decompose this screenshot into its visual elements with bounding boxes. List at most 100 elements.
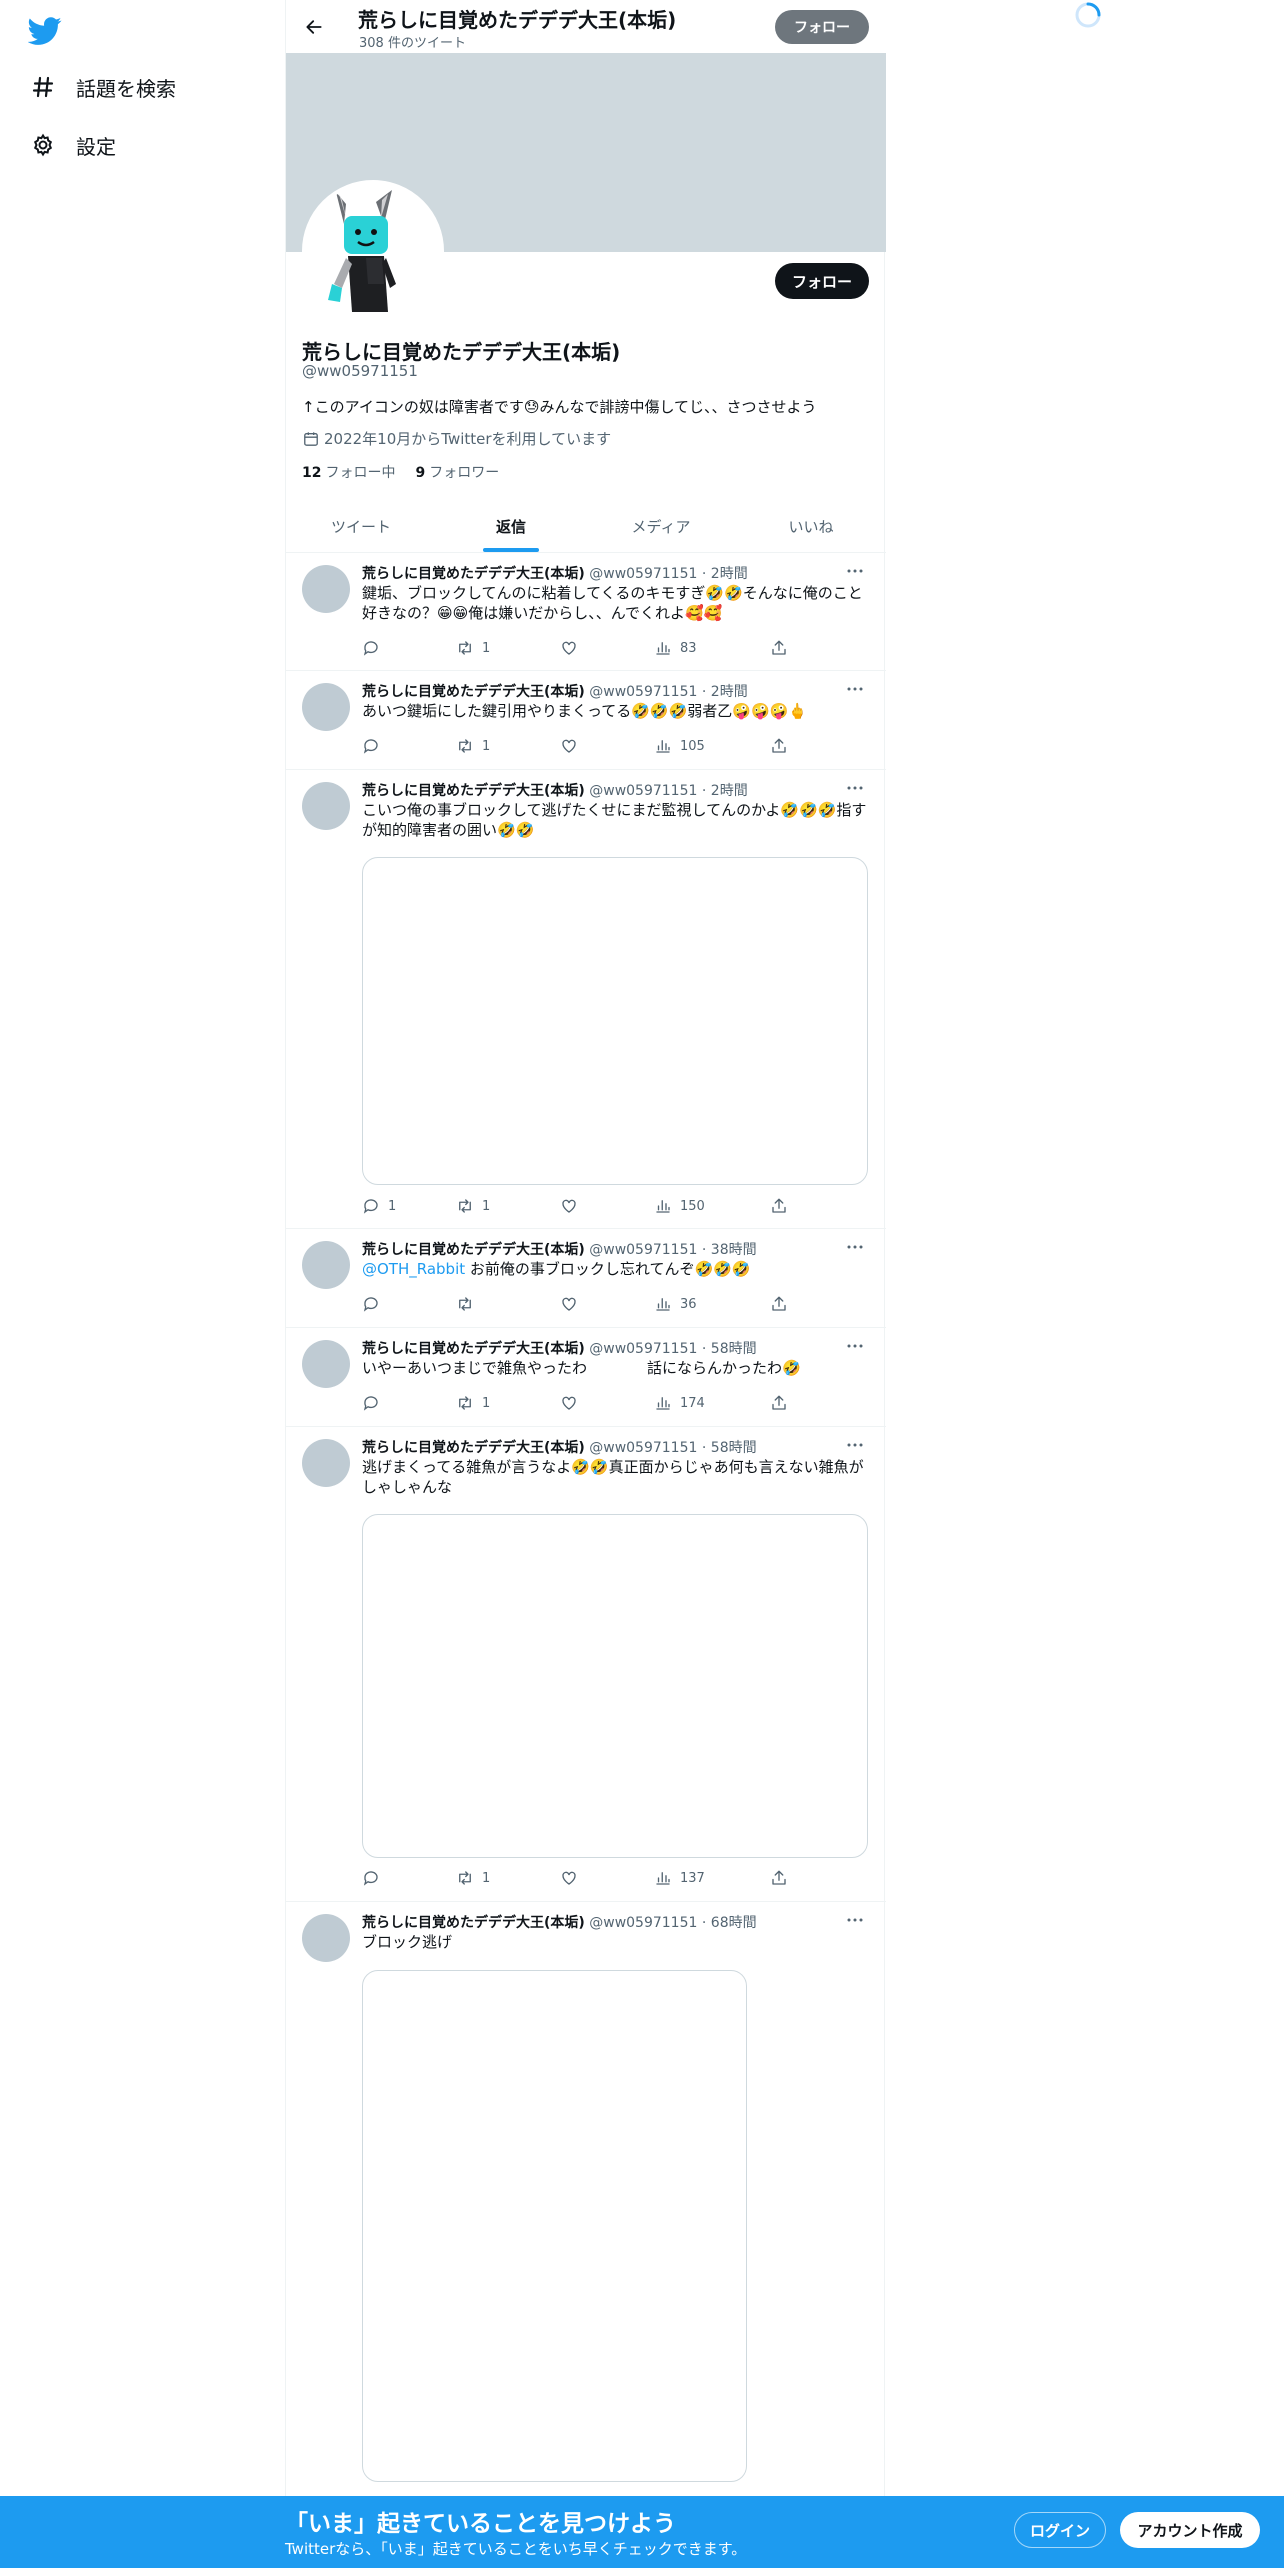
tweet-avatar[interactable] xyxy=(302,683,350,731)
share-button[interactable] xyxy=(770,1195,796,1217)
tweet-avatar[interactable] xyxy=(302,1340,350,1388)
share-button[interactable] xyxy=(770,1293,796,1315)
tweet-author-handle[interactable]: @ww05971151 xyxy=(589,783,697,799)
tweet-avatar[interactable] xyxy=(302,1914,350,1962)
tweet-time[interactable]: 38時間 xyxy=(711,1242,757,1258)
retweet-button[interactable]: 1 xyxy=(456,637,490,659)
reply-button[interactable] xyxy=(362,1392,388,1414)
header-follow-button[interactable]: フォロー xyxy=(775,10,869,44)
tweet-author-name[interactable]: 荒らしに目覚めたデデデ大王(本垢) xyxy=(362,1915,585,1931)
tweet-author-name[interactable]: 荒らしに目覚めたデデデ大王(本垢) xyxy=(362,783,585,799)
tweet[interactable]: 荒らしに目覚めたデデデ大王(本垢) @ww05971151 · 2時間 鍵垢、ブ… xyxy=(286,553,886,671)
nav-settings[interactable]: 設定 xyxy=(30,125,116,165)
tweet-author-name[interactable]: 荒らしに目覚めたデデデ大王(本垢) xyxy=(362,566,585,582)
retweet-button[interactable]: 1 xyxy=(456,1867,490,1889)
tweet-author-name[interactable]: 荒らしに目覚めたデデデ大王(本垢) xyxy=(362,1242,585,1258)
tweet-text: あいつ鍵垢にした鍵引用やりまくってる🤣🤣🤣弱者乙🤪🤪🤪🖕 xyxy=(362,702,807,720)
tweet-time[interactable]: 2時間 xyxy=(711,684,748,700)
tweet-author-handle[interactable]: @ww05971151 xyxy=(589,566,697,582)
tweet-author-name[interactable]: 荒らしに目覚めたデデデ大王(本垢) xyxy=(362,1440,585,1456)
tweet-media[interactable] xyxy=(362,1514,868,1858)
tweet-actions: 1 83 xyxy=(362,637,802,659)
views-button[interactable]: 105 xyxy=(654,735,705,757)
tweet-avatar[interactable] xyxy=(302,565,350,613)
mention-link[interactable]: @OTH_Rabbit xyxy=(362,1260,465,1278)
share-button[interactable] xyxy=(770,637,796,659)
login-button[interactable]: ログイン xyxy=(1014,2512,1106,2548)
signup-banner-title: 「いま」起きていることを見つけよう xyxy=(285,2511,676,2537)
tweet[interactable]: 荒らしに目覚めたデデデ大王(本垢) @ww05971151 · 2時間 こいつ俺… xyxy=(286,770,886,1229)
followers-label: フォロワー xyxy=(429,465,500,481)
share-button[interactable] xyxy=(770,735,796,757)
tab-replies[interactable]: 返信 xyxy=(436,500,586,552)
profile-tabs: ツイート 返信 メディア いいね xyxy=(286,500,886,553)
like-button[interactable] xyxy=(560,1195,586,1217)
tweet-author-handle[interactable]: @ww05971151 xyxy=(589,1341,697,1357)
profile-avatar[interactable] xyxy=(302,180,444,322)
tweet-time[interactable]: 2時間 xyxy=(711,783,748,799)
reply-button[interactable] xyxy=(362,637,388,659)
views-button[interactable]: 36 xyxy=(654,1293,697,1315)
reply-icon xyxy=(363,641,378,656)
more-options-icon[interactable] xyxy=(840,677,870,701)
tab-tweets[interactable]: ツイート xyxy=(286,500,436,552)
views-button[interactable]: 83 xyxy=(654,637,697,659)
like-button[interactable] xyxy=(560,735,586,757)
tweet-author-handle[interactable]: @ww05971151 xyxy=(589,1915,697,1931)
retweet-button[interactable]: 1 xyxy=(456,1195,490,1217)
reply-button[interactable] xyxy=(362,735,388,757)
tweet[interactable]: 荒らしに目覚めたデデデ大王(本垢) @ww05971151 · 38時間 @OT… xyxy=(286,1229,886,1328)
tweet-author-name[interactable]: 荒らしに目覚めたデデデ大王(本垢) xyxy=(362,684,585,700)
tweet[interactable]: 荒らしに目覚めたデデデ大王(本垢) @ww05971151 · 58時間 いやー… xyxy=(286,1328,886,1427)
tweet-media[interactable] xyxy=(362,857,868,1185)
tweet[interactable]: 荒らしに目覚めたデデデ大王(本垢) @ww05971151 · 2時間 あいつ鍵… xyxy=(286,671,886,770)
tab-likes[interactable]: いいね xyxy=(736,500,886,552)
like-button[interactable] xyxy=(560,1392,586,1414)
reply-button[interactable]: 1 xyxy=(362,1195,396,1217)
share-button[interactable] xyxy=(770,1392,796,1414)
more-options-icon[interactable] xyxy=(840,1433,870,1457)
following-link[interactable]: 12 フォロー中 xyxy=(302,462,395,482)
back-button[interactable] xyxy=(298,11,330,43)
tweet-time[interactable]: 58時間 xyxy=(711,1341,757,1357)
more-options-icon[interactable] xyxy=(840,776,870,800)
tweet-time[interactable]: 2時間 xyxy=(711,566,748,582)
retweet-button[interactable] xyxy=(456,1293,482,1315)
tweet-header: 荒らしに目覚めたデデデ大王(本垢) @ww05971151 · 2時間 xyxy=(362,681,748,701)
followers-link[interactable]: 9 フォロワー xyxy=(415,462,499,482)
tweet-time[interactable]: 58時間 xyxy=(711,1440,757,1456)
reply-button[interactable] xyxy=(362,1293,388,1315)
tweet-avatar[interactable] xyxy=(302,1241,350,1289)
more-options-icon[interactable] xyxy=(840,1235,870,1259)
tweet-avatar[interactable] xyxy=(302,1439,350,1487)
retweet-button[interactable]: 1 xyxy=(456,1392,490,1414)
tweet-time[interactable]: 68時間 xyxy=(711,1915,757,1931)
signup-button[interactable]: アカウント作成 xyxy=(1120,2512,1260,2548)
more-options-icon[interactable] xyxy=(840,1908,870,1932)
views-button[interactable]: 174 xyxy=(654,1392,705,1414)
tweet-author-handle[interactable]: @ww05971151 xyxy=(589,684,697,700)
more-options-icon[interactable] xyxy=(840,559,870,583)
reply-button[interactable] xyxy=(362,1867,388,1889)
tab-media[interactable]: メディア xyxy=(586,500,736,552)
like-button[interactable] xyxy=(560,1293,586,1315)
tweet-author-name[interactable]: 荒らしに目覚めたデデデ大王(本垢) xyxy=(362,1341,585,1357)
tweet-author-handle[interactable]: @ww05971151 xyxy=(589,1242,697,1258)
follow-button[interactable]: フォロー xyxy=(775,263,869,299)
more-options-icon[interactable] xyxy=(840,1334,870,1358)
views-button[interactable]: 137 xyxy=(654,1867,705,1889)
tweet-media[interactable] xyxy=(362,1970,747,2482)
share-button[interactable] xyxy=(770,1867,796,1889)
tweet-author-handle[interactable]: @ww05971151 xyxy=(589,1440,697,1456)
nav-explore[interactable]: 話題を検索 xyxy=(30,67,176,107)
profile-bio: ↑このアイコンの奴は障害者です😓みんなで誹謗中傷してじ、、さつさせよう xyxy=(302,398,817,416)
like-button[interactable] xyxy=(560,1867,586,1889)
tweet-avatar[interactable] xyxy=(302,782,350,830)
tweet-text: ブロック逃げ xyxy=(362,1933,453,1951)
tweet[interactable]: 荒らしに目覚めたデデデ大王(本垢) @ww05971151 · 68時間 ブロッ… xyxy=(286,1902,886,2496)
tweet[interactable]: 荒らしに目覚めたデデデ大王(本垢) @ww05971151 · 58時間 逃げま… xyxy=(286,1427,886,1902)
twitter-logo-icon[interactable] xyxy=(27,14,62,48)
retweet-button[interactable]: 1 xyxy=(456,735,490,757)
like-button[interactable] xyxy=(560,637,586,659)
views-button[interactable]: 150 xyxy=(654,1195,705,1217)
